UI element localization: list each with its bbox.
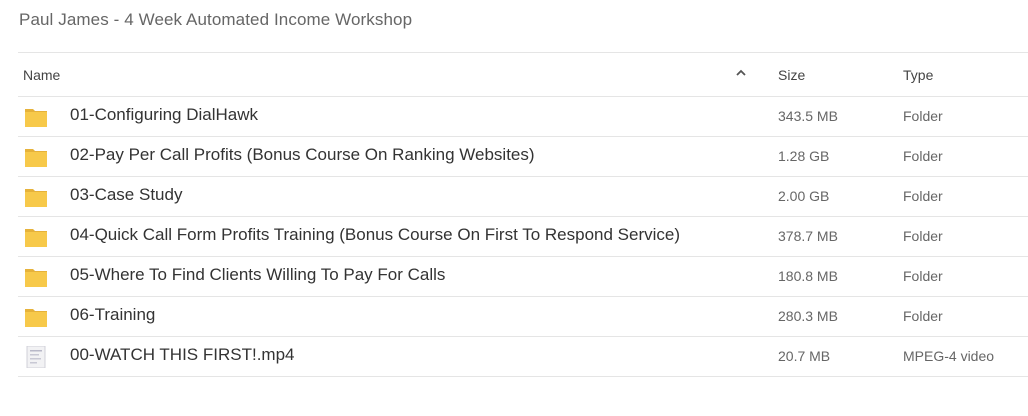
file-type: Folder [903, 188, 943, 204]
file-name[interactable]: 04-Quick Call Form Profits Training (Bon… [70, 225, 680, 245]
sort-ascending-icon[interactable] [734, 66, 748, 80]
folder-icon [25, 149, 47, 167]
file-size: 343.5 MB [778, 108, 838, 124]
file-name[interactable]: 06-Training [70, 305, 155, 325]
file-name[interactable]: 02-Pay Per Call Profits (Bonus Course On… [70, 145, 535, 165]
file-name[interactable]: 03-Case Study [70, 185, 182, 205]
video-file-icon [26, 346, 46, 368]
file-table: Name Size Type 01-Configuring DialHawk 3… [18, 52, 1028, 377]
table-row[interactable]: 06-Training 280.3 MB Folder [18, 297, 1028, 337]
file-type: Folder [903, 268, 943, 284]
folder-icon [25, 109, 47, 127]
file-name[interactable]: 00-WATCH THIS FIRST!.mp4 [70, 345, 295, 365]
file-size: 20.7 MB [778, 348, 831, 364]
table-row[interactable]: 00-WATCH THIS FIRST!.mp4 20.7 MB MPEG-4 … [18, 337, 1028, 377]
file-size: 1.28 GB [778, 148, 830, 164]
column-header-name[interactable]: Name [23, 67, 60, 83]
folder-icon [25, 229, 47, 247]
table-row[interactable]: 02-Pay Per Call Profits (Bonus Course On… [18, 137, 1028, 177]
file-size: 280.3 MB [778, 308, 838, 324]
table-row[interactable]: 05-Where To Find Clients Willing To Pay … [18, 257, 1028, 297]
table-row[interactable]: 03-Case Study 2.00 GB Folder [18, 177, 1028, 217]
file-type: Folder [903, 148, 943, 164]
column-header-size[interactable]: Size [778, 67, 805, 83]
folder-icon [25, 269, 47, 287]
breadcrumb: Paul James - 4 Week Automated Income Wor… [19, 10, 413, 29]
file-size: 2.00 GB [778, 188, 830, 204]
table-header: Name Size Type [18, 53, 1028, 97]
table-row[interactable]: 01-Configuring DialHawk 343.5 MB Folder [18, 97, 1028, 137]
file-type: MPEG-4 video [903, 348, 995, 364]
file-size: 180.8 MB [778, 268, 838, 284]
table-row[interactable]: 04-Quick Call Form Profits Training (Bon… [18, 217, 1028, 257]
file-name[interactable]: 01-Configuring DialHawk [70, 105, 258, 125]
file-type: Folder [903, 228, 943, 244]
file-size: 378.7 MB [778, 228, 838, 244]
folder-icon [25, 309, 47, 327]
file-name[interactable]: 05-Where To Find Clients Willing To Pay … [70, 265, 445, 285]
file-type: Folder [903, 308, 943, 324]
folder-icon [25, 189, 47, 207]
file-type: Folder [903, 108, 943, 124]
column-header-type[interactable]: Type [903, 67, 933, 83]
